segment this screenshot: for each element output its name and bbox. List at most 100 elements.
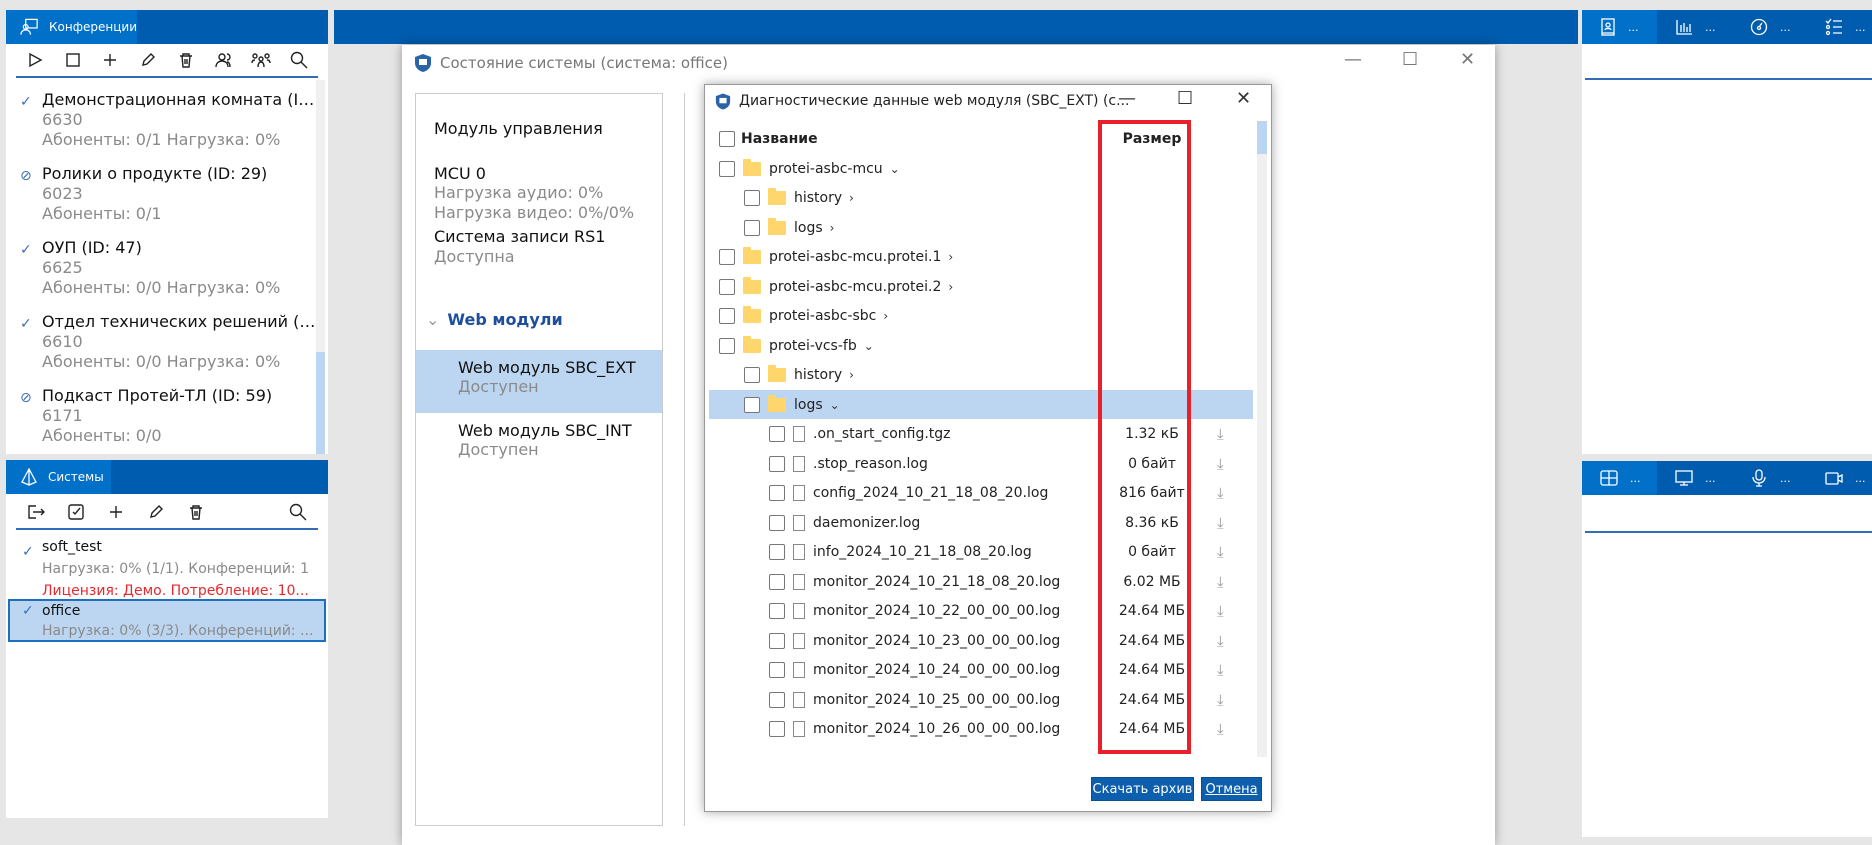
item-name: protei-asbc-mcu.protei.2 — [769, 278, 942, 295]
download-icon[interactable]: ⤓ — [1217, 632, 1224, 650]
row-checkbox[interactable] — [744, 396, 760, 413]
folder-icon — [768, 394, 786, 412]
row-checkbox[interactable] — [769, 573, 785, 590]
chevron-right-icon[interactable]: › — [948, 280, 953, 294]
conference-list-scrollbar[interactable] — [316, 80, 325, 454]
download-icon[interactable]: ⤓ — [1217, 514, 1224, 532]
tab-layouts[interactable]: ... — [1582, 461, 1657, 495]
download-archive-button[interactable]: Скачать архив — [1091, 777, 1194, 801]
row-checkbox[interactable] — [719, 337, 735, 354]
download-icon[interactable]: ⤓ — [1217, 573, 1224, 591]
row-checkbox[interactable] — [769, 485, 785, 501]
right-top-header: ... ... ... ... — [1582, 10, 1872, 44]
row-checkbox[interactable] — [719, 249, 735, 265]
row-checkbox[interactable] — [769, 455, 785, 472]
row-checkbox[interactable] — [719, 278, 735, 295]
conference-item[interactable]: ✓ ОУП (ID: 47) 6625 Абоненты: 0/0 Нагруз… — [20, 238, 320, 298]
tab-statistics[interactable]: ... — [1657, 10, 1732, 44]
system-item-office[interactable]: ✓ office Нагрузка: 0% (3/3). Конференций… — [8, 599, 326, 642]
row-checkbox[interactable] — [719, 160, 735, 177]
plus-icon[interactable] — [92, 52, 130, 68]
row-checkbox[interactable] — [769, 691, 785, 708]
tab-screens[interactable]: ... — [1657, 461, 1732, 495]
pencil-icon[interactable] — [136, 504, 176, 520]
plus-icon[interactable] — [96, 504, 136, 520]
systems-toolbar — [16, 496, 318, 530]
conference-item[interactable]: ⊘ Подкаст Протей-ТЛ (ID: 59) 6171 Абонен… — [20, 386, 320, 446]
pencil-icon[interactable] — [129, 52, 167, 68]
row-checkbox[interactable] — [769, 426, 785, 442]
tab-conferences[interactable]: Конференции — [6, 10, 137, 44]
download-icon[interactable]: ⤓ — [1217, 720, 1224, 738]
play-icon[interactable] — [16, 52, 54, 68]
chevron-right-icon[interactable]: › — [849, 368, 854, 382]
trash-icon[interactable] — [176, 504, 216, 520]
file-icon — [793, 691, 805, 708]
tab-label: ... — [1630, 471, 1641, 485]
chevron-right-icon[interactable]: › — [849, 191, 854, 205]
download-icon[interactable]: ⤓ — [1217, 691, 1224, 709]
scrollbar-thumb[interactable] — [316, 352, 325, 454]
chevron-down-icon[interactable]: ⌄ — [864, 339, 874, 353]
chevron-down-icon[interactable]: ⌄ — [830, 398, 840, 412]
chevron-right-icon[interactable]: › — [948, 250, 953, 264]
item-name: history — [794, 367, 843, 383]
tab-label: Системы — [48, 470, 104, 484]
row-checkbox[interactable] — [769, 514, 785, 531]
tab-monitoring[interactable]: ... — [1732, 10, 1807, 44]
row-checkbox[interactable] — [769, 544, 785, 560]
tab-systems[interactable]: Системы — [6, 460, 111, 494]
download-icon[interactable]: ⤓ — [1217, 484, 1224, 502]
row-checkbox[interactable] — [744, 190, 760, 206]
checkbox-icon[interactable] — [56, 504, 96, 520]
conference-item[interactable]: ✓ Демонстрационная комната (ID:... 6630 … — [20, 90, 320, 150]
check-icon: ✓ — [22, 603, 34, 619]
web-modules-group[interactable]: ⌄ Web модули — [426, 310, 563, 330]
chevron-down-icon[interactable]: ⌄ — [890, 162, 900, 176]
search-icon[interactable] — [278, 503, 318, 521]
row-checkbox[interactable] — [769, 632, 785, 649]
conference-item[interactable]: ✓ Отдел технических решений (ID: ... 661… — [20, 312, 320, 372]
download-icon[interactable]: ⤓ — [1217, 543, 1224, 561]
web-module-sbc-int[interactable]: Web модуль SBC_INT — [458, 421, 632, 441]
cancel-button[interactable]: Отмена — [1201, 777, 1262, 801]
maximize-button[interactable]: ☐ — [1177, 88, 1193, 109]
pyramid-icon — [21, 468, 37, 486]
download-icon[interactable]: ⤓ — [1217, 425, 1224, 443]
select-all-checkbox[interactable] — [719, 130, 735, 147]
logout-icon[interactable] — [16, 504, 56, 520]
trash-icon[interactable] — [167, 52, 205, 68]
scrollbar-thumb[interactable] — [1257, 121, 1267, 154]
row-checkbox[interactable] — [744, 219, 760, 236]
tree-scrollbar[interactable] — [1257, 121, 1267, 757]
web-module-sbc-ext[interactable]: Web модуль SBC_EXT Доступен — [416, 350, 662, 413]
folder-icon — [768, 217, 786, 235]
conference-number: 6625 — [42, 258, 83, 277]
row-checkbox[interactable] — [769, 603, 785, 619]
download-icon[interactable]: ⤓ — [1217, 602, 1224, 620]
stop-icon[interactable] — [54, 52, 92, 68]
item-name: .stop_reason.log — [813, 455, 928, 472]
row-checkbox[interactable] — [719, 308, 735, 324]
search-icon[interactable] — [280, 51, 318, 69]
download-icon[interactable]: ⤓ — [1217, 661, 1224, 679]
close-button[interactable]: ✕ — [1460, 49, 1475, 70]
system-item-soft-test[interactable]: ✓ soft_test Нагрузка: 0% (1/1). Конферен… — [16, 536, 321, 602]
tab-tasks[interactable]: ... — [1807, 10, 1872, 44]
row-checkbox[interactable] — [769, 662, 785, 678]
chevron-right-icon[interactable]: › — [883, 309, 888, 323]
row-checkbox[interactable] — [769, 721, 785, 737]
users-icon[interactable] — [205, 52, 243, 68]
download-icon[interactable]: ⤓ — [1217, 455, 1224, 473]
chevron-right-icon[interactable]: › — [830, 221, 835, 235]
tab-video[interactable]: ... — [1807, 461, 1872, 495]
tab-audio[interactable]: ... — [1732, 461, 1807, 495]
close-button[interactable]: ✕ — [1236, 88, 1251, 109]
conference-item[interactable]: ⊘ Ролики о продукте (ID: 29) 6023 Абонен… — [20, 164, 320, 224]
group-icon[interactable] — [243, 52, 281, 68]
minimize-button[interactable]: — — [1344, 49, 1362, 70]
row-checkbox[interactable] — [744, 367, 760, 383]
minimize-button[interactable]: — — [1118, 88, 1136, 109]
tab-contacts[interactable]: ... — [1582, 10, 1657, 44]
maximize-button[interactable]: ☐ — [1402, 49, 1418, 70]
